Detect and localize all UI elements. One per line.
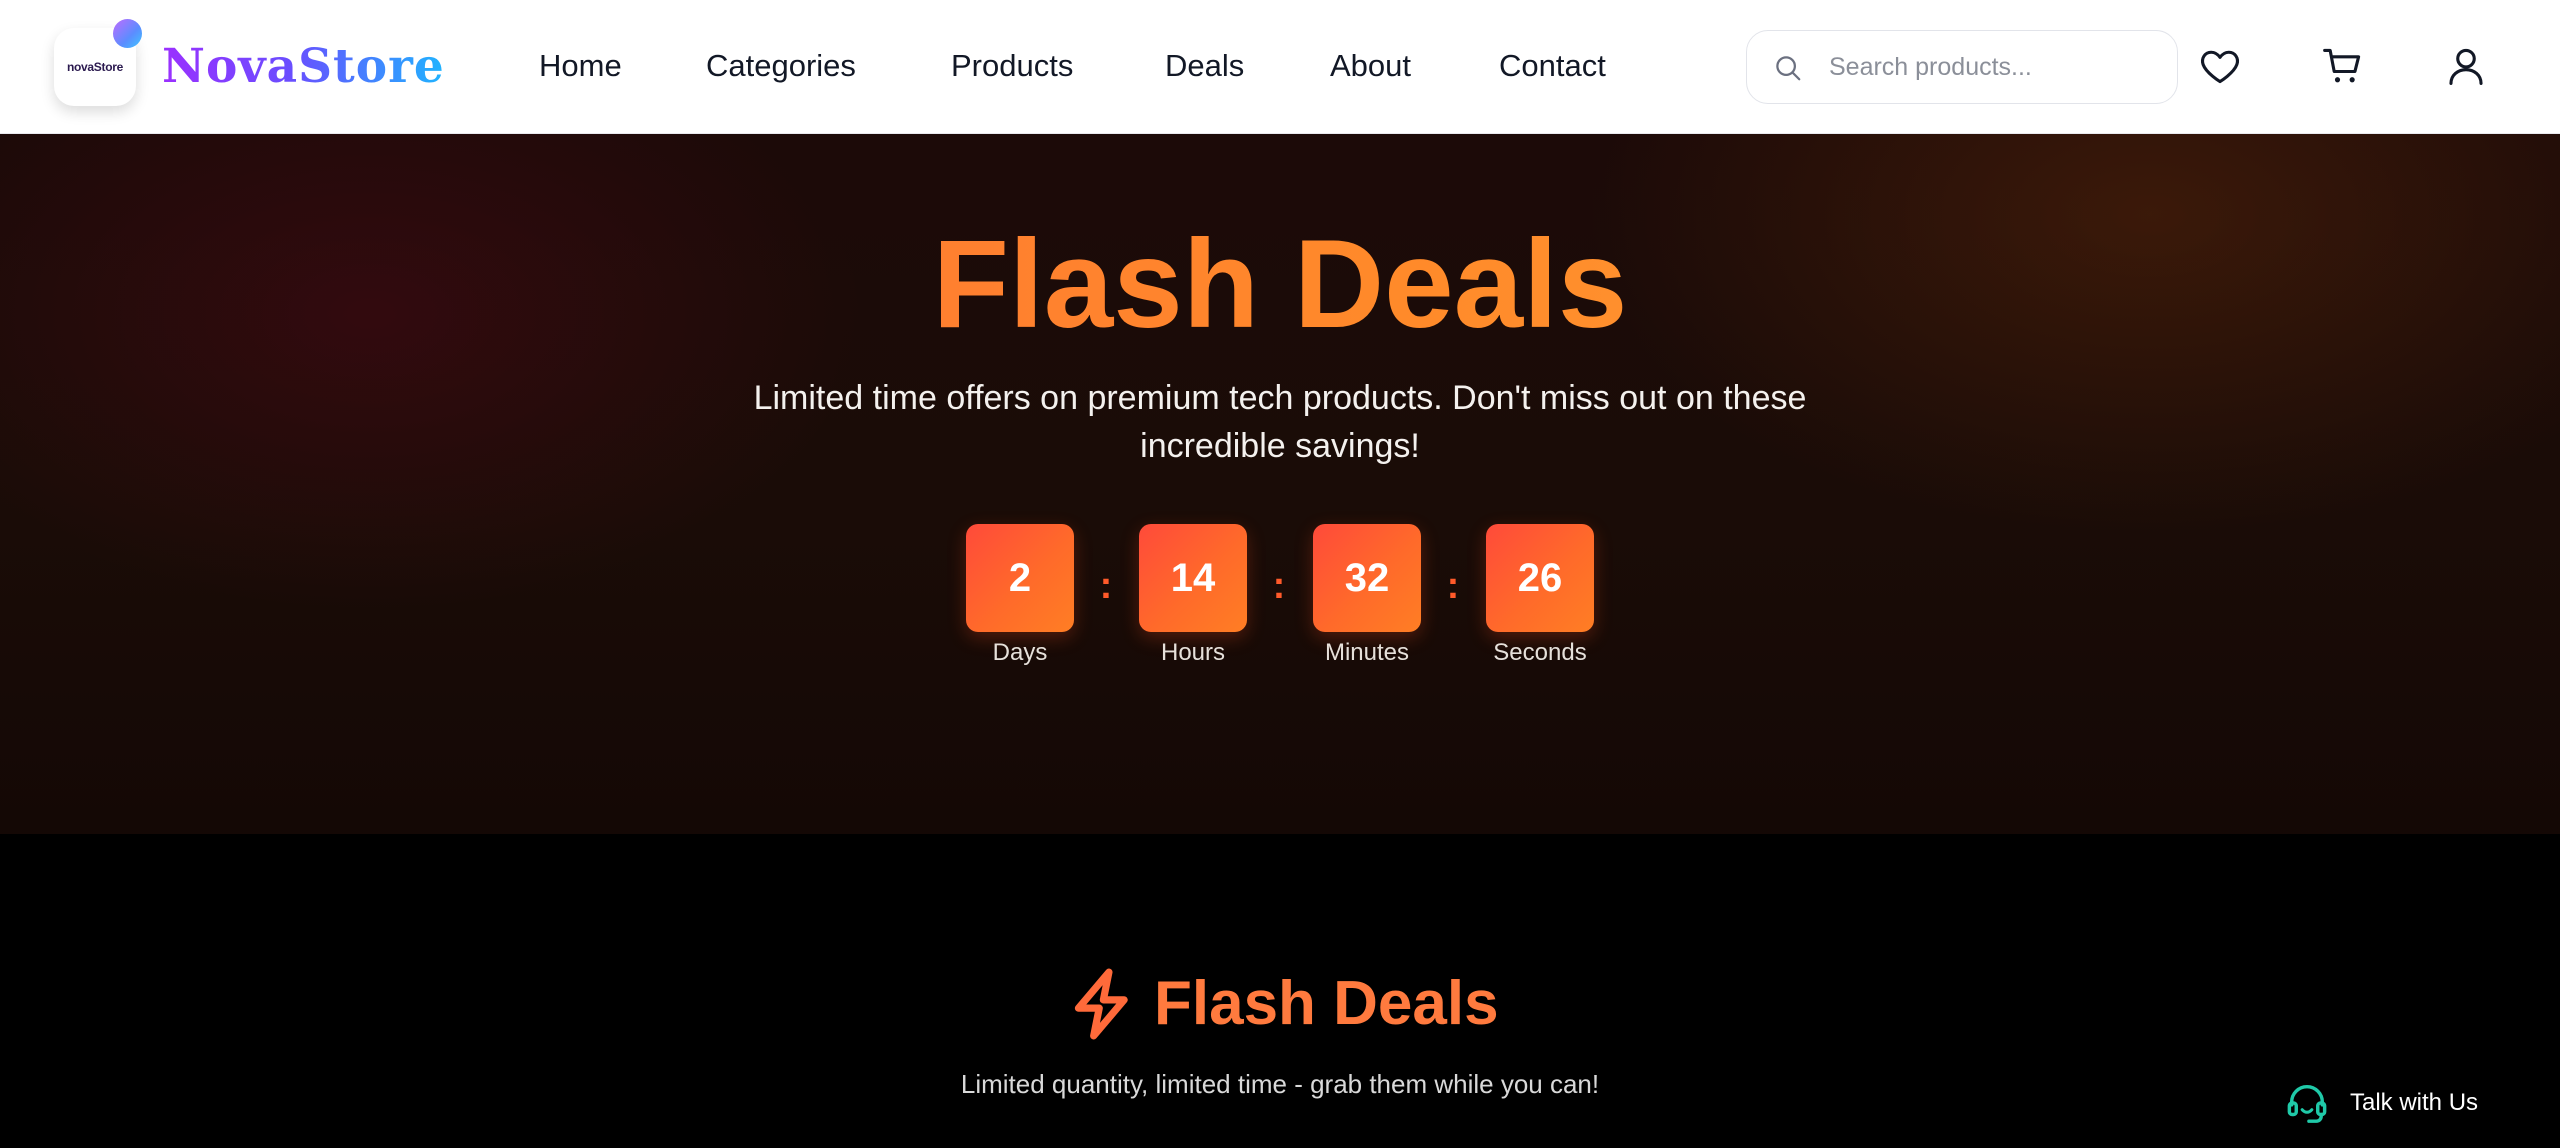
- talk-with-us-button[interactable]: Talk with Us: [2284, 1078, 2478, 1128]
- countdown-minutes-value: 32: [1313, 524, 1421, 632]
- hero-banner: Flash Deals Limited time offers on premi…: [0, 134, 2560, 834]
- hero-subtitle: Limited time offers on premium tech prod…: [753, 379, 1807, 465]
- section-subtitle: Limited quantity, limited time - grab th…: [960, 1069, 1600, 1099]
- brand-name[interactable]: NovaStore: [162, 34, 445, 100]
- hero-title: Flash Deals: [0, 210, 2560, 360]
- nav-link-about[interactable]: About: [1330, 46, 1411, 86]
- heart-icon[interactable]: [2198, 44, 2242, 88]
- countdown-seconds-label: Seconds: [1493, 639, 1587, 666]
- nav-link-contact[interactable]: Contact: [1499, 46, 1606, 86]
- user-icon[interactable]: [2444, 44, 2488, 88]
- countdown-minutes-label: Minutes: [1324, 639, 1410, 666]
- logo-badge-text: novaStore: [67, 60, 123, 74]
- nav-link-deals[interactable]: Deals: [1165, 46, 1244, 86]
- flash-deals-section: Flash Deals Limited quantity, limited ti…: [0, 834, 2560, 1148]
- countdown-days-label: Days: [992, 639, 1048, 666]
- nav-link-products[interactable]: Products: [951, 46, 1073, 86]
- countdown-seconds-value: 26: [1486, 524, 1594, 632]
- countdown-separator: :: [1446, 565, 1460, 607]
- section-title: Flash Deals: [1154, 969, 1499, 1038]
- search-input[interactable]: [1829, 45, 2159, 89]
- nav-link-categories[interactable]: Categories: [706, 46, 856, 86]
- countdown-hours-value: 14: [1139, 524, 1247, 632]
- logo-dot: [113, 19, 142, 48]
- top-navbar: novaStore NovaStore Home Categories Prod…: [0, 0, 2560, 134]
- chat-label: Talk with Us: [2350, 1089, 2479, 1116]
- countdown-days-value: 2: [966, 524, 1074, 632]
- countdown-separator: :: [1099, 565, 1113, 607]
- lightning-bolt-icon: [1074, 968, 1128, 1040]
- section-heading: Flash Deals: [1068, 966, 1499, 1042]
- search-box: [1746, 30, 2178, 104]
- countdown-hours-label: Hours: [1160, 639, 1226, 666]
- countdown-separator: :: [1272, 565, 1286, 607]
- search-icon[interactable]: [1773, 53, 1803, 83]
- nav-link-home[interactable]: Home: [539, 46, 622, 86]
- cart-icon[interactable]: [2321, 44, 2365, 88]
- headset-icon: [2287, 1085, 2327, 1123]
